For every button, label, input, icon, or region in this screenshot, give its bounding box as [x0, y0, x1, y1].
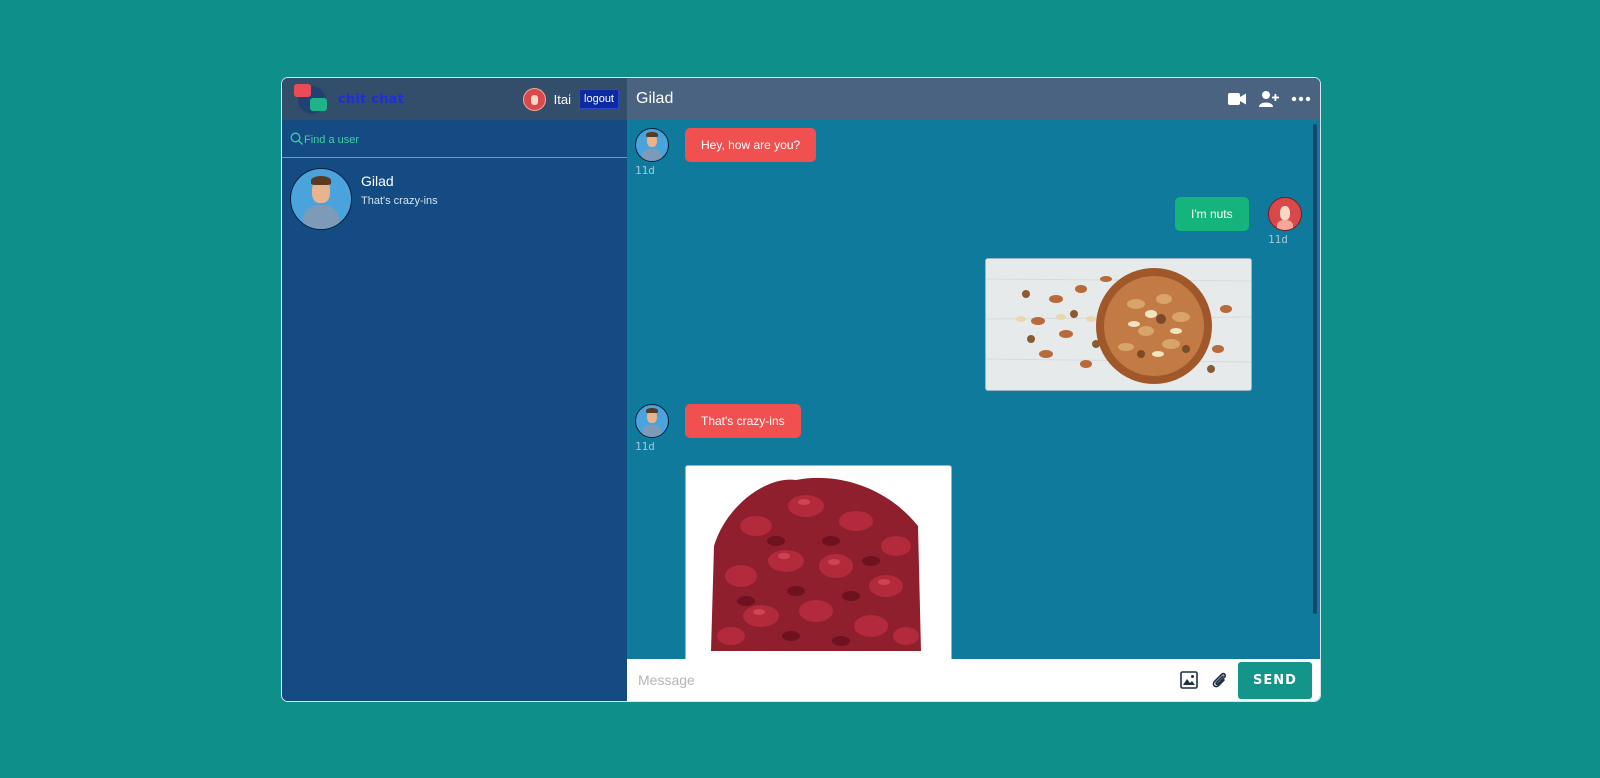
contact-name: Gilad — [361, 173, 394, 189]
contact-message-avatar — [635, 128, 669, 162]
message-list-scrollbar[interactable] — [1313, 124, 1317, 614]
send-button[interactable]: SEND — [1238, 661, 1312, 699]
chat-header: Gilad — [627, 78, 1320, 120]
message-composer: SEND — [627, 659, 1320, 701]
chat-app-window: chit chat Itai logout Gilad That's crazy… — [281, 77, 1321, 702]
message-timestamp: 11d — [1268, 233, 1288, 246]
nuts-image-message[interactable] — [985, 258, 1252, 391]
contact-message-avatar — [635, 404, 669, 438]
outgoing-message-bubble: I'm nuts — [1175, 197, 1249, 231]
my-message-avatar — [1268, 197, 1302, 231]
search-icon — [290, 132, 303, 145]
user-search — [282, 120, 627, 158]
message-list[interactable]: 11d Hey, how are you? 11d I'm nuts 11d T… — [627, 120, 1320, 659]
chit-chat-logo-icon — [294, 82, 328, 116]
chat-title: Gilad — [636, 90, 674, 107]
contact-last-message: That's crazy-ins — [361, 195, 438, 207]
incoming-message-bubble: Hey, how are you? — [685, 128, 817, 162]
brand-name: chit chat — [338, 91, 404, 107]
find-user-input[interactable] — [304, 131, 604, 146]
chat-pane: Gilad 11d Hey, how are you? 11d I'm nuts… — [627, 78, 1320, 701]
image-icon[interactable] — [1178, 669, 1200, 691]
current-user-avatar[interactable] — [522, 87, 546, 111]
sidebar-header: chit chat Itai logout — [282, 78, 627, 120]
message-timestamp: 11d — [635, 164, 655, 177]
add-user-icon[interactable] — [1258, 88, 1280, 110]
video-camera-icon[interactable] — [1226, 88, 1248, 110]
current-user-name: Itai — [553, 91, 572, 107]
contact-avatar — [290, 168, 352, 230]
paperclip-icon[interactable] — [1208, 669, 1230, 691]
message-timestamp: 11d — [635, 440, 655, 453]
incoming-message-bubble: That's crazy-ins — [685, 404, 801, 438]
contact-list-item[interactable]: Gilad That's crazy-ins — [282, 158, 627, 240]
message-input[interactable] — [636, 671, 1178, 689]
cranberries-image-message[interactable] — [685, 465, 952, 659]
more-options-icon[interactable] — [1290, 88, 1312, 110]
sidebar: chit chat Itai logout Gilad That's crazy… — [282, 78, 627, 701]
logout-button[interactable]: logout — [579, 89, 619, 109]
